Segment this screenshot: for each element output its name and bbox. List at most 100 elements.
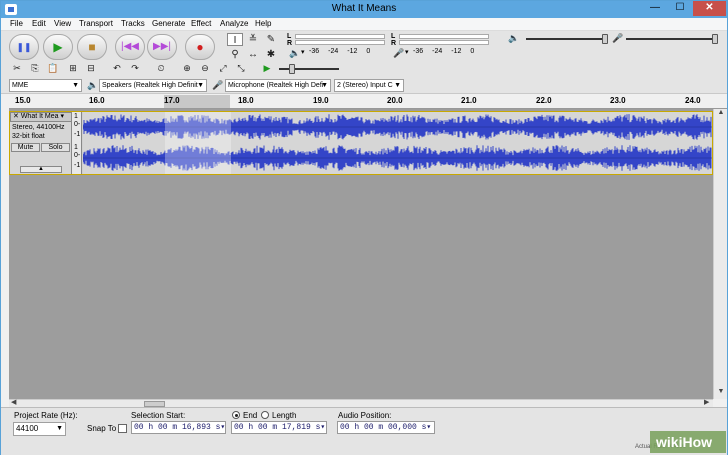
meter-tick: -36 xyxy=(309,48,320,55)
skip-to-end-button[interactable]: ▶▶| xyxy=(147,34,177,60)
audio-position-value: 00 h 00 m 00,000 s xyxy=(340,423,427,432)
input-channels-select[interactable]: 2 (Stereo) Input C ▼ xyxy=(334,79,404,92)
maximize-icon[interactable]: ☐ xyxy=(668,1,692,16)
recording-meter[interactable]: L R 🎤 ▾ -36 -24 -12 0 xyxy=(391,33,495,61)
edit-toolbar: ✂ ⎘ 📋 ⊞ ⊟ ↶ ↷ ⏲ ⊕ ⊖ ⤢ ⤡ ▶ xyxy=(9,62,339,76)
output-volume-slider[interactable] xyxy=(602,34,608,44)
watermark-logo: wikiHow xyxy=(650,431,726,453)
zoom-tool-icon[interactable]: ⚲ xyxy=(227,48,243,61)
waveform-display[interactable] xyxy=(83,112,712,174)
menu-edit[interactable]: Edit xyxy=(32,19,46,28)
play-speed-slider[interactable] xyxy=(289,64,295,74)
scroll-up-icon[interactable]: ▲ xyxy=(714,109,728,116)
solo-button[interactable]: Solo xyxy=(41,143,70,152)
trim-icon[interactable]: ⊞ xyxy=(65,62,81,75)
audio-host-select[interactable]: MME ▼ xyxy=(9,79,82,92)
menu-effect[interactable]: Effect xyxy=(191,19,211,28)
ruler-label: 15.0 xyxy=(15,96,31,105)
input-device-select[interactable]: Microphone (Realtek High Defi ▼ xyxy=(225,79,331,92)
output-device-select[interactable]: Speakers (Realtek High Definit ▼ xyxy=(99,79,207,92)
scale-label: 1 xyxy=(74,144,78,151)
collapse-track-button[interactable]: ▲ xyxy=(20,166,62,173)
horizontal-scrollbar[interactable]: ◀ ▶ xyxy=(9,399,713,407)
selection-tool-icon[interactable]: I xyxy=(227,33,243,46)
selection-end-field[interactable]: 00 h 00 m 17,819 s▾ xyxy=(231,421,327,434)
meter-menu-arrow-icon[interactable]: ▾ xyxy=(301,48,305,56)
track-area[interactable]: ✕ What It Mea ▾ Stereo, 44100Hz 32-bit f… xyxy=(9,109,713,399)
silence-icon[interactable]: ⊟ xyxy=(83,62,99,75)
end-label: End xyxy=(243,411,258,420)
audio-position-field[interactable]: 00 h 00 m 00,000 s▾ xyxy=(337,421,435,434)
selection-region xyxy=(165,112,231,174)
output-volume-track[interactable] xyxy=(526,38,606,40)
ruler-label: 23.0 xyxy=(610,96,626,105)
play-speed-track[interactable] xyxy=(279,68,339,70)
output-volume-icon: 🔈 xyxy=(508,33,520,43)
selection-start-field[interactable]: 00 h 00 m 16,893 s▾ xyxy=(131,421,226,434)
multi-tool-icon[interactable]: ✱ xyxy=(263,48,279,61)
timeshift-tool-icon[interactable]: ↔ xyxy=(245,48,261,61)
vertical-scrollbar[interactable]: ▲ ▼ xyxy=(713,109,727,399)
audio-track[interactable]: ✕ What It Mea ▾ Stereo, 44100Hz 32-bit f… xyxy=(9,111,713,175)
zoom-in-icon[interactable]: ⊕ xyxy=(179,62,195,75)
pause-button[interactable]: ❚❚ xyxy=(9,34,39,60)
track-name-button[interactable]: ✕ What It Mea ▾ xyxy=(10,112,72,122)
speaker-icon: 🔈 xyxy=(87,80,99,90)
length-radio[interactable] xyxy=(261,411,269,419)
meter-tick: 0 xyxy=(366,48,371,55)
selection-start-value: 00 h 00 m 16,893 s xyxy=(134,423,221,432)
scale-label: -1 xyxy=(74,162,81,169)
copy-icon[interactable]: ⎘ xyxy=(27,62,43,75)
snap-to-label: Snap To xyxy=(87,424,117,433)
menu-analyze[interactable]: Analyze xyxy=(220,19,248,28)
menu-tracks[interactable]: Tracks xyxy=(121,19,145,28)
play-button[interactable]: ▶ xyxy=(43,34,73,60)
scroll-right-icon[interactable]: ▶ xyxy=(704,398,709,406)
input-channels-value: 2 (Stereo) Input C xyxy=(337,82,393,89)
cut-icon[interactable]: ✂ xyxy=(9,62,25,75)
track-bitdepth: 32-bit float xyxy=(12,133,45,140)
fit-project-icon[interactable]: ⤡ xyxy=(233,62,249,75)
stop-button[interactable]: ■ xyxy=(77,34,107,60)
snap-to-checkbox[interactable] xyxy=(118,424,127,433)
audacity-window: What It Means — ☐ ✕ File Edit View Trans… xyxy=(0,0,728,455)
scroll-left-icon[interactable]: ◀ xyxy=(11,398,16,406)
minimize-icon[interactable]: — xyxy=(643,1,667,16)
timeline-ruler[interactable]: 15.0 16.0 17.0 18.0 19.0 20.0 21.0 22.0 … xyxy=(9,95,727,109)
meter-left-label: L xyxy=(287,33,292,40)
fit-selection-icon[interactable]: ⤢ xyxy=(215,62,231,75)
paste-icon[interactable]: 📋 xyxy=(45,62,61,75)
menu-transport[interactable]: Transport xyxy=(79,19,113,28)
menu-file[interactable]: File xyxy=(10,19,23,28)
redo-icon[interactable]: ↷ xyxy=(127,62,143,75)
record-button[interactable]: ● xyxy=(185,34,215,60)
meter-menu-arrow-icon[interactable]: ▾ xyxy=(405,48,409,56)
close-icon[interactable]: ✕ xyxy=(693,1,726,16)
draw-tool-icon[interactable]: ✎ xyxy=(263,33,279,46)
menu-help[interactable]: Help xyxy=(255,19,271,28)
skip-to-end-icon: ▶▶| xyxy=(153,41,171,52)
transport-toolbar: ❚❚ ▶ ■ |◀◀ ▶▶| ● xyxy=(9,34,217,60)
zoom-out-icon[interactable]: ⊖ xyxy=(197,62,213,75)
menu-view[interactable]: View xyxy=(54,19,71,28)
sync-lock-icon[interactable]: ⏲ xyxy=(153,62,169,75)
project-rate-select[interactable]: 44100 ▼ xyxy=(13,422,66,436)
mixer-toolbar: 🔈 🎤 xyxy=(506,33,724,61)
playback-meter[interactable]: L R 🔈 ▾ -36 -24 -12 0 xyxy=(287,33,391,61)
track-format: Stereo, 44100Hz xyxy=(12,124,65,131)
input-volume-track[interactable] xyxy=(626,38,718,40)
end-radio[interactable] xyxy=(232,411,240,419)
input-volume-icon: 🎤 xyxy=(612,33,624,43)
play-at-speed-icon[interactable]: ▶ xyxy=(259,62,275,75)
skip-to-start-button[interactable]: |◀◀ xyxy=(115,34,145,60)
meter-tick: -36 xyxy=(413,48,424,55)
meter-bar-left xyxy=(295,34,385,39)
input-volume-slider[interactable] xyxy=(712,34,718,44)
menu-generate[interactable]: Generate xyxy=(152,19,185,28)
envelope-tool-icon[interactable]: ≚ xyxy=(245,33,261,46)
meter-tick: 0 xyxy=(470,48,475,55)
meter-tick: -12 xyxy=(451,48,462,55)
undo-icon[interactable]: ↶ xyxy=(109,62,125,75)
mute-button[interactable]: Mute xyxy=(11,143,40,152)
scroll-down-icon[interactable]: ▼ xyxy=(714,388,728,395)
